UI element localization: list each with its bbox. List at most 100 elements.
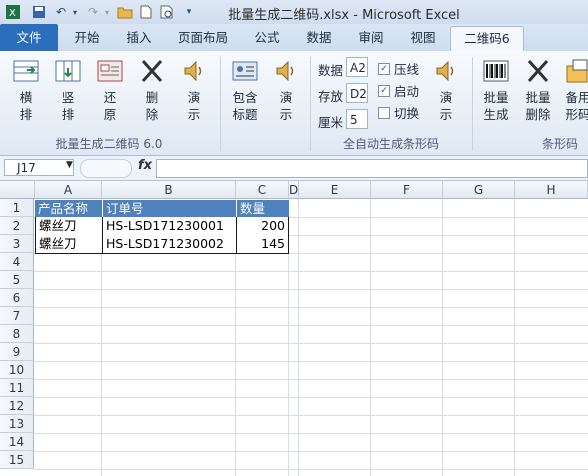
cm-field-label: 厘米 (318, 115, 344, 130)
column-header-g[interactable]: G (443, 181, 515, 199)
column-header-d[interactable]: D (289, 181, 299, 199)
column-header-f[interactable]: F (371, 181, 443, 199)
row-header-6[interactable]: 6 (0, 289, 34, 307)
column-header-b[interactable]: B (102, 181, 236, 199)
checkbox-box (378, 106, 390, 119)
enable-label: 启动 (394, 84, 420, 99)
select-all-corner[interactable] (0, 181, 35, 199)
column-header-h[interactable]: H (515, 181, 588, 199)
store-field-label: 存放 (318, 89, 344, 104)
demo-label-1: 演 示 (187, 90, 201, 122)
row-header-9[interactable]: 9 (0, 343, 34, 361)
cell-b3[interactable]: HS-LSD171230002 (102, 235, 237, 254)
speaker-icon (432, 57, 460, 85)
tab-view[interactable]: 视图 (400, 26, 446, 50)
switch-label: 切换 (394, 106, 420, 121)
backup-barcode-button[interactable]: 备用 形码 (560, 57, 588, 123)
column-header-e[interactable]: E (299, 181, 371, 199)
tab-qrcode6[interactable]: 二维码6 (450, 26, 524, 52)
cell-a1[interactable]: 产品名称 (35, 200, 102, 217)
row-header-1[interactable]: 1 (0, 199, 34, 217)
column-header-a[interactable]: A (35, 181, 102, 199)
row-header-2[interactable]: 2 (0, 217, 34, 235)
cell-a2[interactable]: 螺丝刀 (35, 217, 103, 236)
demo-label-3: 演 示 (439, 90, 453, 122)
vertical-layout-icon (54, 57, 82, 85)
batch-generate-button[interactable]: 批量 生成 (478, 57, 514, 123)
group-label-barcode: 条形码 (541, 137, 578, 151)
row-header-12[interactable]: 12 (0, 397, 34, 415)
row-header-11[interactable]: 11 (0, 379, 34, 397)
delete-x-icon (138, 57, 166, 85)
row-header-13[interactable]: 13 (0, 415, 34, 433)
column-header-c[interactable]: C (236, 181, 289, 199)
row-header-5[interactable]: 5 (0, 271, 34, 289)
include-title-label: 包含 标题 (232, 90, 258, 122)
tab-home[interactable]: 开始 (64, 26, 110, 50)
window-title: 批量生成二维码.xlsx - Microsoft Excel (228, 8, 460, 23)
cell-b1[interactable]: 订单号 (102, 200, 236, 217)
batch-generate-label: 批量 生成 (483, 90, 509, 122)
cm-field-input[interactable]: 5 (346, 109, 368, 129)
tab-file[interactable]: 文件 (0, 24, 58, 51)
formula-input[interactable] (156, 159, 588, 178)
data-field-input[interactable]: A2 (346, 57, 368, 77)
demo-button-2[interactable]: 演 示 (270, 57, 302, 123)
row-header-8[interactable]: 8 (0, 325, 34, 343)
cell-c3[interactable]: 145 (236, 235, 289, 254)
cell-a3[interactable]: 螺丝刀 (35, 235, 103, 254)
ribbon-separator (472, 57, 473, 151)
name-box-dropdown-icon[interactable]: ▼ (66, 160, 73, 170)
formula-resize-handle[interactable] (80, 159, 132, 178)
title-bar: X ↶ ▾ ↷ ▾ ▾ 批量生成二维码.xlsx - Microsoft Exc… (0, 0, 588, 24)
vertical-button[interactable]: 竖 排 (52, 57, 84, 123)
row-header-3[interactable]: 3 (0, 235, 34, 253)
switch-checkbox[interactable]: 切换 (378, 103, 419, 122)
ribbon-separator (220, 57, 221, 151)
store-field-input[interactable]: D2 (346, 83, 368, 103)
row-header-14[interactable]: 14 (0, 433, 34, 451)
worksheet-grid[interactable]: A B C D E F G H 1 2 3 4 5 6 7 8 9 10 11 … (0, 181, 588, 476)
insert-function-icon[interactable]: fx (138, 158, 152, 173)
press-line-checkbox[interactable]: ✓ 压线 (378, 59, 419, 78)
group-label-auto-barcode: 全自动生成条形码 (342, 137, 439, 151)
name-box[interactable]: J17 (4, 159, 74, 176)
batch-delete-label: 批量 删除 (525, 90, 551, 122)
batch-delete-button[interactable]: 批量 删除 (520, 57, 556, 123)
restore-label: 还 原 (103, 90, 117, 122)
group-label-batch-qrcode: 批量生成二维码 6.0 (55, 137, 163, 151)
cell-b2[interactable]: HS-LSD171230001 (102, 217, 237, 236)
tab-review[interactable]: 审阅 (348, 26, 394, 50)
ribbon: 横 排 竖 排 还 原 删 除 演 示 批量生成二维码 6.0 包含 标题 演 … (0, 51, 588, 156)
row-header-10[interactable]: 10 (0, 361, 34, 379)
include-title-button[interactable]: 包含 标题 (226, 57, 264, 123)
barcode-icon (482, 57, 510, 85)
backup-barcode-label: 备用 形码 (565, 90, 588, 122)
demo-button-1[interactable]: 演 示 (178, 57, 210, 123)
speaker-icon (180, 57, 208, 85)
delete-button[interactable]: 删 除 (136, 57, 168, 123)
delete-x-icon (524, 57, 552, 85)
tab-page-layout[interactable]: 页面布局 (170, 26, 236, 50)
data-field-label: 数据 (318, 63, 344, 78)
speaker-icon (272, 57, 300, 85)
checkbox-box: ✓ (378, 62, 390, 75)
id-card-icon (231, 57, 259, 85)
ribbon-tabs: 文件 开始 插入 页面布局 公式 数据 审阅 视图 二维码6 (0, 24, 588, 52)
barcode-box-icon (564, 57, 588, 85)
row-header-7[interactable]: 7 (0, 307, 34, 325)
enable-checkbox[interactable]: ✓ 启动 (378, 81, 419, 100)
cell-c1[interactable]: 数量 (236, 200, 289, 217)
row-header-4[interactable]: 4 (0, 253, 34, 271)
tab-data[interactable]: 数据 (296, 26, 342, 50)
restore-button[interactable]: 还 原 (94, 57, 126, 123)
horizontal-label: 横 排 (19, 90, 33, 122)
cell-c2[interactable]: 200 (236, 217, 289, 236)
row-header-15[interactable]: 15 (0, 451, 34, 469)
formula-bar: J17 ▼ fx (0, 156, 588, 181)
tab-formulas[interactable]: 公式 (244, 26, 290, 50)
horizontal-button[interactable]: 横 排 (10, 57, 42, 123)
tab-insert[interactable]: 插入 (116, 26, 162, 50)
vertical-label: 竖 排 (61, 90, 75, 122)
demo-button-3[interactable]: 演 示 (430, 57, 462, 123)
